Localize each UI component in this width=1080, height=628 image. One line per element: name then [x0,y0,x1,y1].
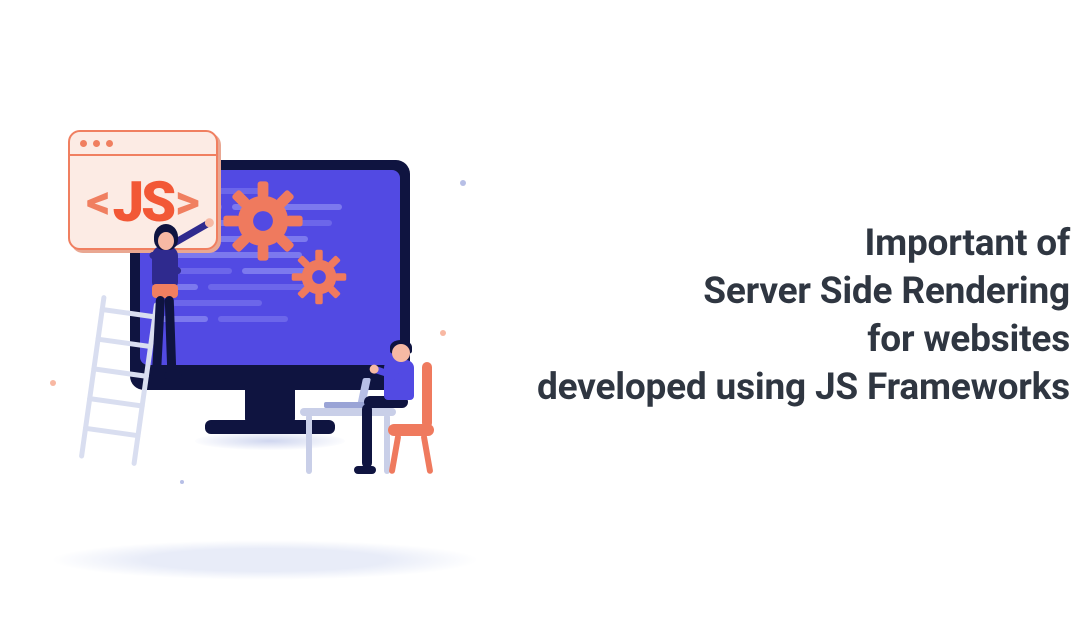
angle-right-icon: > [175,178,200,226]
desk-icon [300,408,396,416]
headline-line-4: developed using JS Frameworks [430,364,1070,412]
headline-line-1: Important of [430,220,1070,268]
headline-line-3: for websites [430,316,1070,364]
js-badge-text: JS [113,174,174,230]
monitor-foot [205,420,335,434]
particle [440,330,446,336]
monitor-base-shadow [195,432,345,450]
angle-left-icon: < [86,178,110,226]
window-dot-icon [106,140,113,147]
person-sitting-icon [330,338,470,498]
ground-shadow [50,540,480,580]
particle [180,480,184,484]
person-standing-icon [126,224,216,399]
headline-block: Important of Server Side Rendering for w… [430,220,1070,412]
window-dot-icon [93,140,100,147]
js-badge-titlebar [70,132,216,156]
particle [460,180,466,186]
particle [50,380,56,386]
illustration: < JS > [40,120,490,590]
headline-line-2: Server Side Rendering [430,268,1070,316]
gear-icon [288,246,350,308]
banner-canvas: Important of Server Side Rendering for w… [0,0,1080,628]
window-dot-icon [80,140,87,147]
chair-icon [422,362,432,428]
monitor-stand [245,388,295,423]
